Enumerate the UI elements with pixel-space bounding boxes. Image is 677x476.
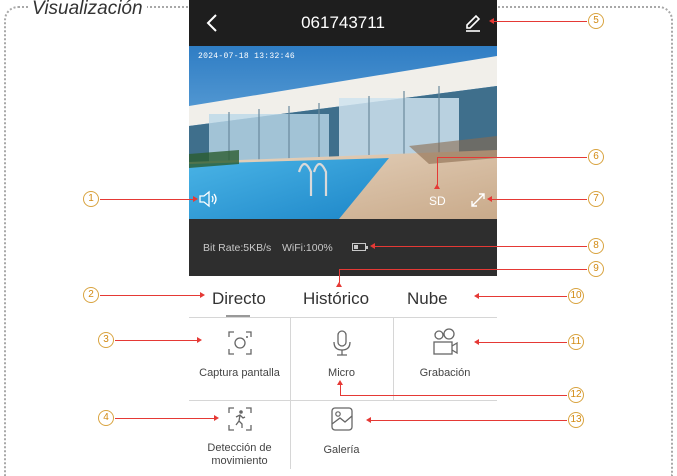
callout-arrow-2 [200, 292, 205, 298]
callout-line-13 [371, 420, 567, 421]
section-title: Visualización [28, 0, 147, 20]
battery-level-fill [354, 245, 358, 249]
callout-line-4 [115, 418, 214, 419]
callout-line-1 [100, 199, 193, 200]
pencil-icon[interactable] [463, 12, 483, 34]
microphone-icon [332, 330, 351, 356]
gallery-button[interactable]: Galería [290, 404, 393, 457]
record-label: Grabación [419, 367, 471, 379]
callout-line-2 [100, 295, 200, 296]
app-screen: 061743711 2024-07-18 13:32:46 SD Bit Rat… [189, 0, 497, 469]
callout-line-10 [479, 296, 567, 297]
callout-badge-13: 13 [568, 412, 584, 428]
callout-arrow-3 [197, 337, 202, 343]
callout-badge-3: 3 [98, 332, 114, 348]
callout-line-3 [115, 340, 197, 341]
callout-badge-2: 2 [83, 287, 99, 303]
callout-badge-7: 7 [588, 191, 604, 207]
video-record-icon [433, 328, 458, 355]
sd-quality-toggle[interactable]: SD [429, 194, 446, 208]
callout-badge-12: 12 [568, 387, 584, 403]
view-tabs: Directo Histórico Nube [189, 276, 497, 318]
video-timestamp: 2024-07-18 13:32:46 [198, 52, 295, 61]
callout-line-11 [479, 342, 567, 343]
capture-label: Captura pantalla [199, 367, 280, 379]
callout-arrow-4 [214, 415, 219, 421]
stream-status-bar: Bit Rate:5KB/s WiFi:100% [189, 219, 497, 276]
tab-historico[interactable]: Histórico [303, 289, 369, 309]
fullscreen-icon[interactable] [469, 191, 487, 209]
callout-line-7 [492, 199, 587, 200]
screenshot-icon [227, 331, 252, 355]
callout-badge-8: 8 [588, 238, 604, 254]
action-grid: Captura pantalla Micro Grabación Detecci… [189, 318, 497, 469]
callout-line-9 [339, 269, 587, 270]
gallery-icon [330, 407, 353, 431]
live-video[interactable]: 2024-07-18 13:32:46 SD [189, 46, 497, 219]
record-button[interactable]: Grabación [393, 328, 497, 380]
battery-icon [352, 243, 368, 251]
tab-nube[interactable]: Nube [407, 289, 448, 309]
wifi-signal-text: WiFi:100% [282, 242, 333, 254]
callout-line-9-vertical [339, 269, 340, 283]
top-bar: 061743711 [189, 0, 497, 46]
callout-line-6-vertical [437, 157, 438, 185]
callout-arrow-1 [193, 196, 198, 202]
callout-badge-6: 6 [588, 149, 604, 165]
micro-label: Micro [328, 367, 355, 379]
callout-badge-4: 4 [98, 410, 114, 426]
tab-directo[interactable]: Directo [212, 289, 266, 309]
callout-badge-1: 1 [83, 191, 99, 207]
callout-badge-10: 10 [568, 288, 584, 304]
active-tab-indicator [226, 315, 250, 317]
video-frame-image [189, 46, 497, 219]
motion-detection-icon [227, 407, 252, 431]
microphone-button[interactable]: Micro [290, 328, 393, 380]
speaker-icon[interactable] [197, 189, 219, 209]
callout-badge-9: 9 [588, 261, 604, 277]
callout-badge-11: 11 [568, 334, 584, 350]
callout-line-8 [375, 246, 587, 247]
callout-line-6 [437, 157, 587, 158]
motion-label-line2: movimiento [211, 455, 268, 467]
bitrate-text: Bit Rate:5KB/s [203, 242, 272, 254]
grid-divider [189, 400, 497, 401]
callout-badge-5: 5 [588, 13, 604, 29]
motion-detection-button[interactable]: Detección de movimiento [189, 404, 290, 468]
callout-line-12 [340, 395, 567, 396]
capture-screenshot-button[interactable]: Captura pantalla [189, 328, 290, 380]
gallery-label: Galería [323, 444, 360, 456]
device-id-title: 061743711 [301, 13, 385, 32]
callout-line-5 [494, 21, 587, 22]
motion-label-line1: Detección de [207, 442, 272, 454]
